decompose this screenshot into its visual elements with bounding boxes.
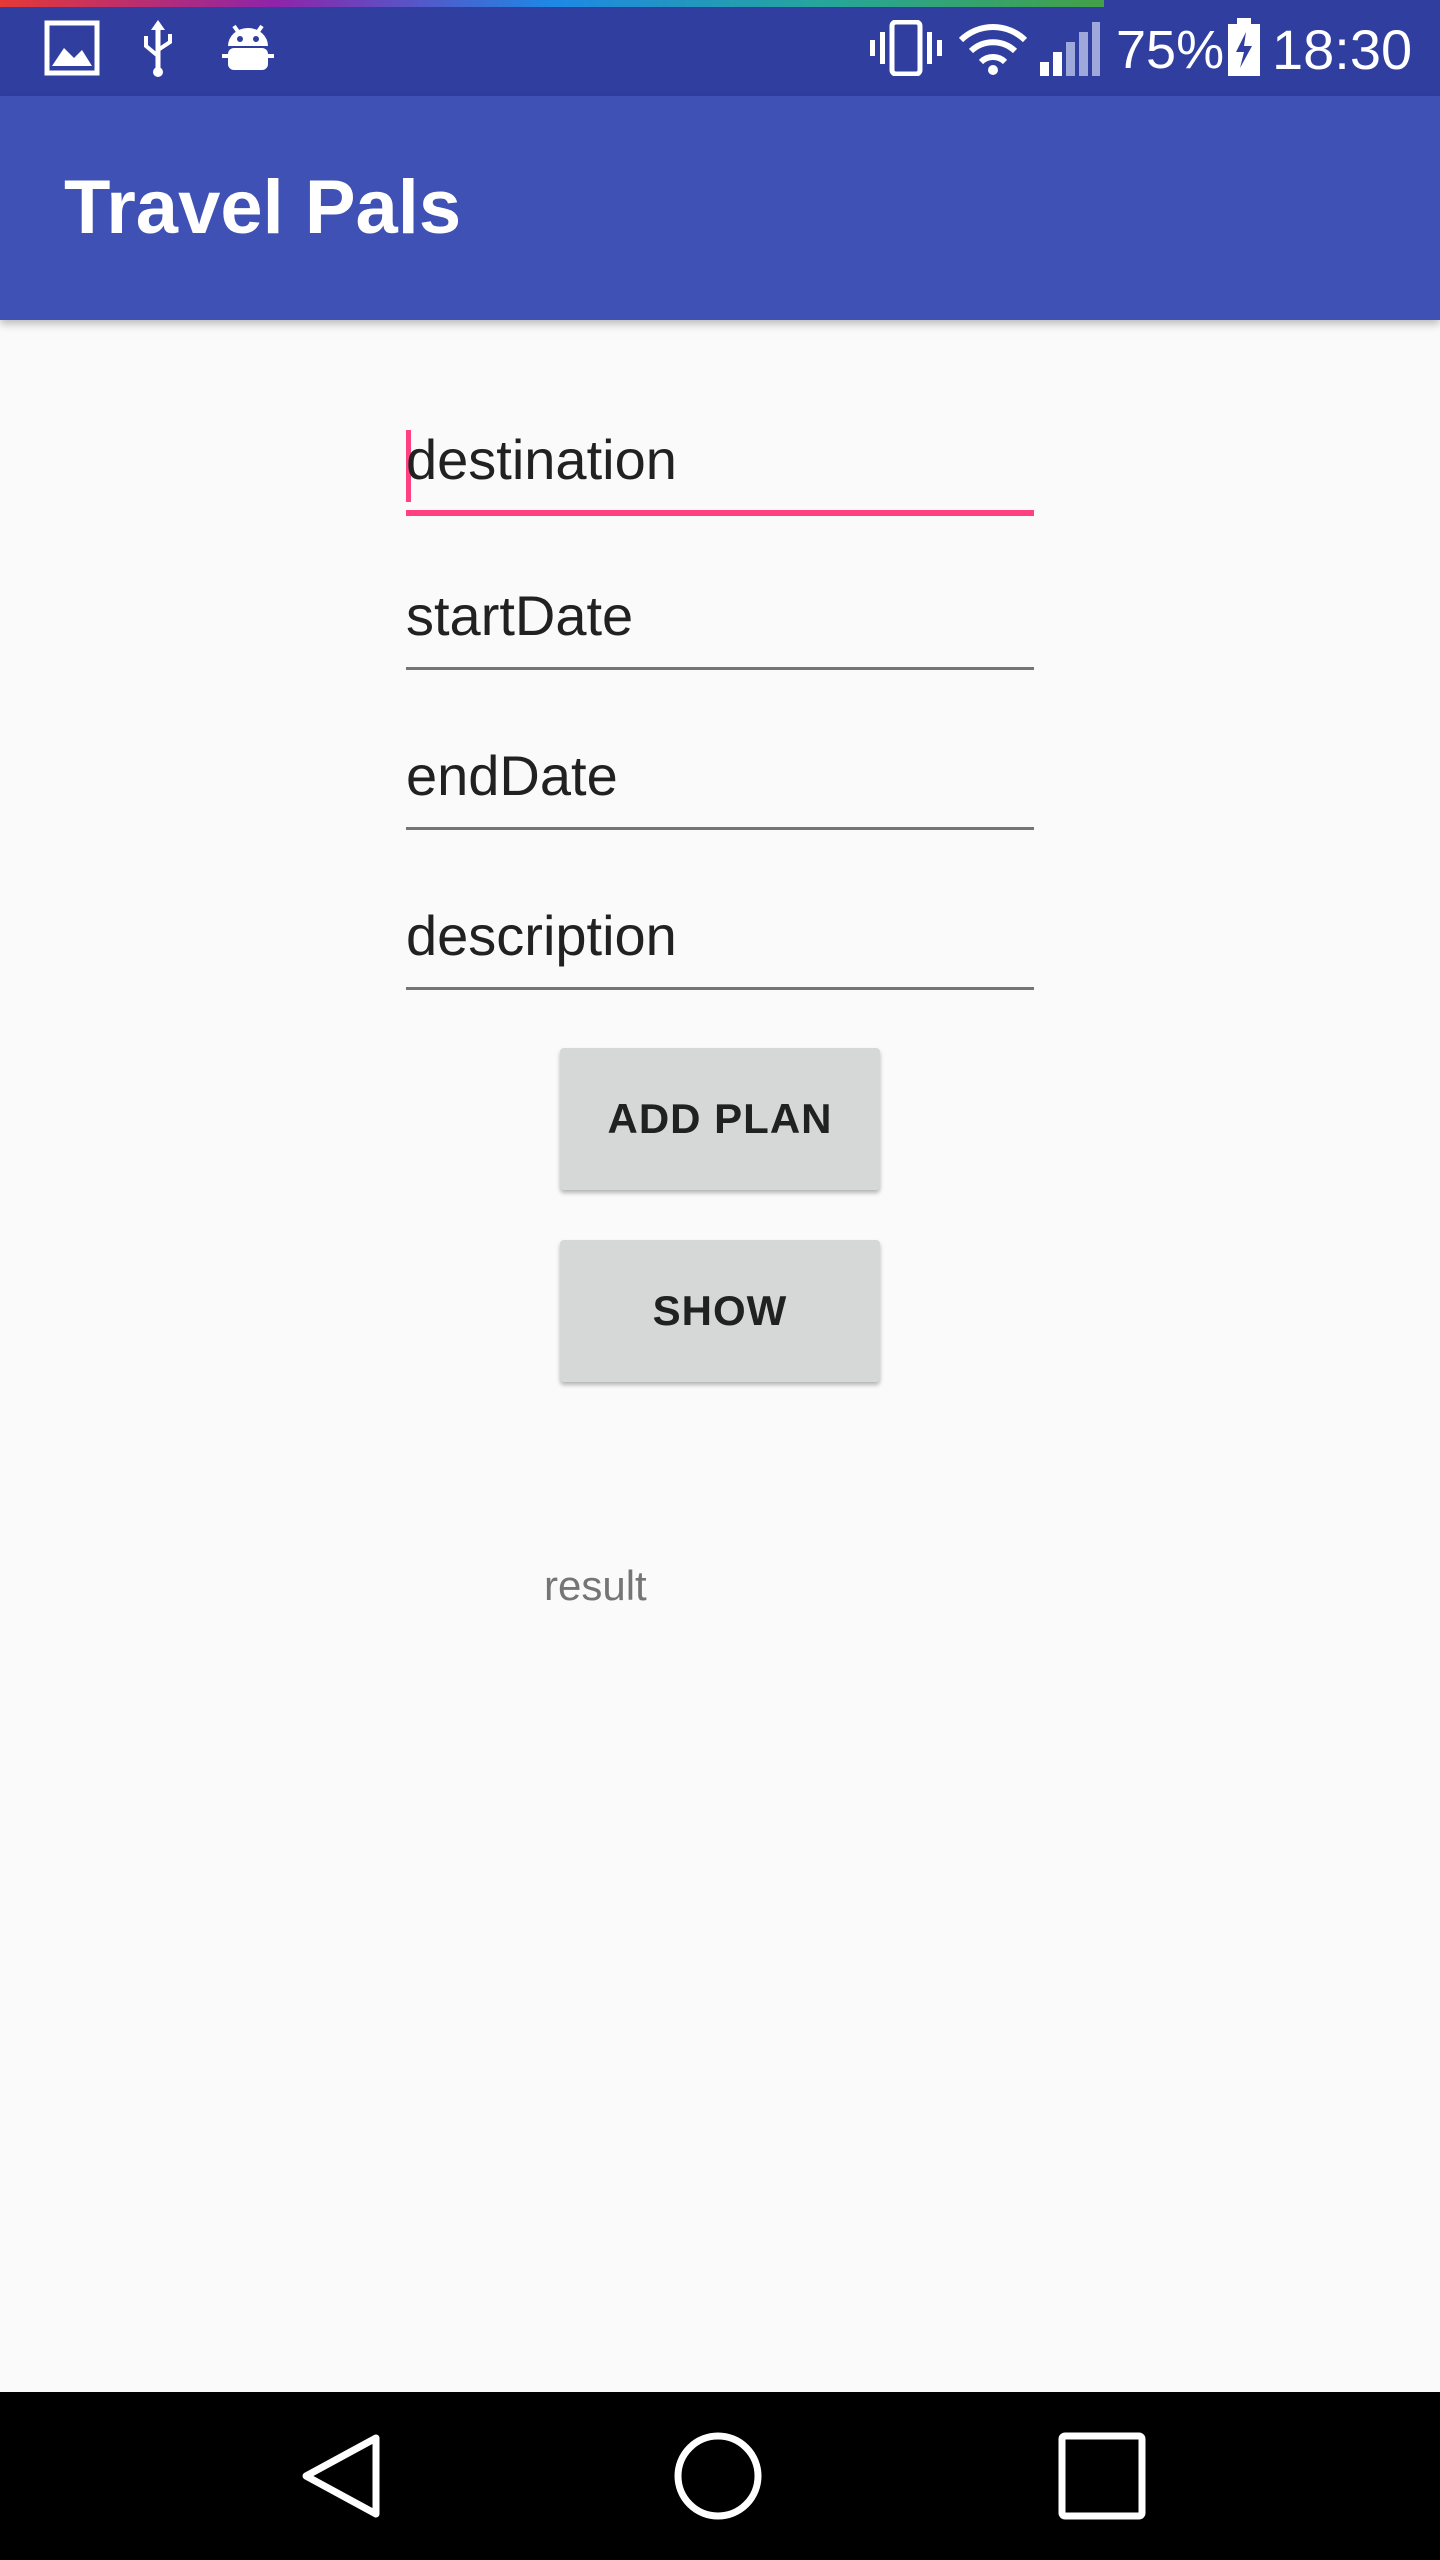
home-icon[interactable]	[672, 2430, 764, 2527]
add-plan-button[interactable]: ADD PLAN	[560, 1048, 880, 1190]
vibrate-icon	[868, 19, 944, 81]
status-bar: 75% 18:30	[0, 0, 1440, 96]
start-date-field-text: startDate	[406, 584, 634, 647]
battery-charging-icon	[1226, 18, 1262, 83]
app-title: Travel Pals	[64, 165, 462, 250]
show-button[interactable]: SHOW	[560, 1240, 880, 1382]
status-color-strip	[0, 0, 1104, 7]
navigation-bar	[0, 2392, 1440, 2560]
description-field[interactable]: description	[406, 890, 1034, 990]
wifi-icon	[958, 20, 1028, 81]
description-field-underline	[406, 987, 1034, 990]
usb-icon	[140, 20, 176, 83]
destination-field[interactable]: destination	[406, 414, 1034, 516]
signal-icon	[1038, 20, 1102, 81]
recents-icon[interactable]	[1056, 2430, 1148, 2527]
end-date-field[interactable]: endDate	[406, 730, 1034, 830]
description-field-text: description	[406, 904, 677, 967]
gallery-icon	[44, 20, 100, 81]
end-date-field-text: endDate	[406, 744, 618, 807]
android-debug-icon	[220, 20, 276, 81]
screen: 75% 18:30 Travel Pals destination startD…	[0, 0, 1440, 2560]
app-bar: Travel Pals	[0, 96, 1440, 320]
battery-percent: 75%	[1116, 20, 1225, 80]
end-date-field-underline	[406, 827, 1034, 830]
destination-field-underline	[406, 510, 1034, 516]
result-text: result	[544, 1562, 647, 1609]
start-date-field-underline	[406, 667, 1034, 670]
back-icon[interactable]	[296, 2430, 388, 2527]
start-date-field[interactable]: startDate	[406, 570, 1034, 670]
destination-field-text: destination	[406, 428, 677, 491]
clock: 18:30	[1272, 18, 1413, 81]
